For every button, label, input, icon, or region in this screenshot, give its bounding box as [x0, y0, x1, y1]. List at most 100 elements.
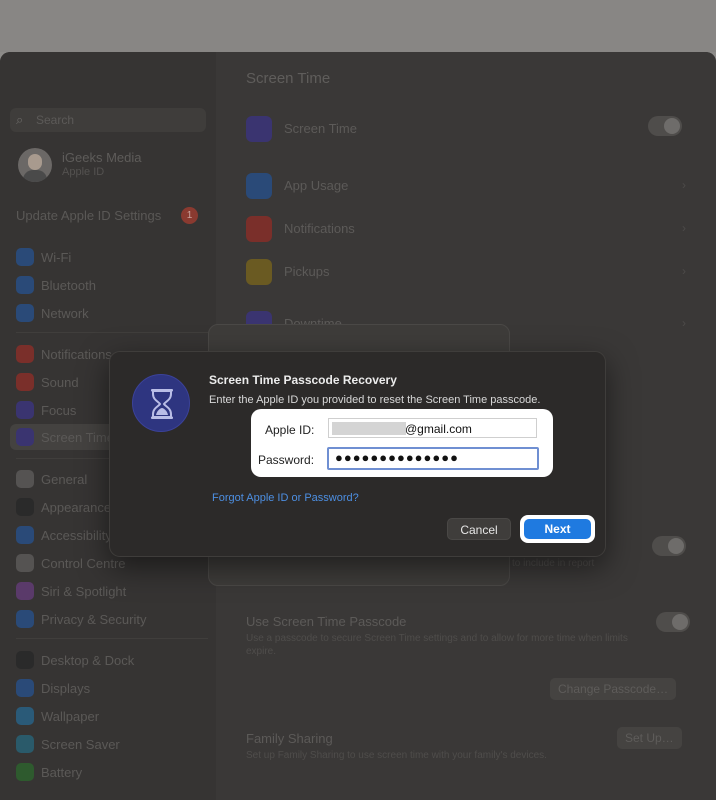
- avatar: [18, 148, 52, 182]
- cancel-button[interactable]: Cancel: [447, 518, 511, 540]
- sidebar-item-label: Siri & Spotlight: [41, 584, 127, 599]
- row-label: Pickups: [284, 264, 330, 279]
- apple-id-field[interactable]: @gmail.com: [328, 418, 537, 438]
- search-icon: ⌕: [16, 112, 24, 127]
- screen-time-icon: [246, 116, 272, 142]
- use-passcode-description: Use a passcode to secure Screen Time set…: [246, 633, 628, 657]
- pickups-icon: [246, 259, 272, 285]
- family-sharing-title: Family Sharing: [246, 731, 333, 746]
- hourglass-icon: [132, 374, 190, 432]
- desktop-dock-icon: [16, 651, 34, 669]
- sidebar-divider: [16, 332, 208, 333]
- passcode-recovery-dialog: Screen Time Passcode Recovery Enter the …: [109, 351, 606, 557]
- sidebar-item-wifi[interactable]: Wi-Fi: [16, 246, 212, 268]
- desktop-background: [0, 0, 716, 52]
- dialog-subtitle: Enter the Apple ID you provided to reset…: [209, 394, 541, 406]
- wallpaper-icon: [16, 707, 34, 725]
- sidebar-item-label: Focus: [41, 403, 77, 418]
- screen-saver-icon: [16, 735, 34, 753]
- sidebar-item-desktop-dock[interactable]: Desktop & Dock: [16, 649, 212, 671]
- row-label: Notifications: [284, 221, 355, 236]
- sidebar-item-bluetooth[interactable]: Bluetooth: [16, 274, 212, 296]
- accessibility-icon: [16, 526, 34, 544]
- forgot-apple-id-link[interactable]: Forgot Apple ID or Password?: [212, 492, 359, 504]
- change-passcode-button[interactable]: Change Passcode…: [550, 678, 677, 700]
- displays-icon: [16, 679, 34, 697]
- sidebar-item-battery[interactable]: Battery: [16, 761, 212, 783]
- appearance-icon: [16, 498, 34, 516]
- apple-id-account[interactable]: iGeeks Media Apple ID: [14, 144, 210, 188]
- sidebar-item-label: Displays: [41, 681, 91, 696]
- search-field[interactable]: ⌕ Search: [10, 108, 206, 132]
- credentials-panel: Apple ID: @gmail.com Password: ●●●●●●●●●…: [251, 409, 553, 477]
- sidebar-item-label: General: [41, 472, 88, 487]
- chevron-right-icon: ›: [682, 316, 686, 330]
- sound-icon: [16, 373, 34, 391]
- sidebar-item-network[interactable]: Network: [16, 302, 212, 324]
- sidebar-item-displays[interactable]: Displays: [16, 677, 212, 699]
- sidebar-item-label: Wallpaper: [41, 709, 100, 724]
- chevron-right-icon: ›: [682, 178, 686, 192]
- sidebar-item-label: Bluetooth: [41, 278, 96, 293]
- account-subtitle: Apple ID: [62, 166, 105, 178]
- sidebar-item-label: Network: [41, 306, 89, 321]
- sidebar-item-screen-saver[interactable]: Screen Saver: [16, 733, 212, 755]
- focus-icon: [16, 401, 34, 419]
- account-name: iGeeks Media: [62, 150, 142, 165]
- wifi-icon: [16, 248, 34, 266]
- sidebar-divider: [16, 638, 208, 639]
- screen-time-icon: [16, 428, 34, 446]
- share-across-devices-toggle[interactable]: [652, 536, 686, 556]
- sidebar-item-label: Control Centre: [41, 556, 126, 571]
- use-passcode-title: Use Screen Time Passcode: [246, 614, 407, 629]
- search-placeholder: Search: [36, 113, 75, 127]
- sidebar-item-siri-spotlight[interactable]: Siri & Spotlight: [16, 580, 212, 602]
- row-label: App Usage: [284, 178, 349, 193]
- apple-id-label: Apple ID:: [265, 423, 315, 437]
- privacy-icon: [16, 610, 34, 628]
- sidebar-item-label: Desktop & Dock: [41, 653, 135, 668]
- password-label: Password:: [258, 453, 315, 467]
- siri-icon: [16, 582, 34, 600]
- redacted-email: [332, 422, 406, 435]
- row-app-usage[interactable]: App Usage ›: [246, 171, 686, 201]
- network-icon: [16, 304, 34, 322]
- battery-icon: [16, 763, 34, 781]
- next-button-highlight: Next: [520, 515, 595, 543]
- chevron-right-icon: ›: [682, 221, 686, 235]
- sidebar-item-label: Screen Time: [41, 430, 114, 445]
- page-title: Screen Time: [246, 70, 331, 87]
- row-label: Screen Time: [284, 121, 357, 136]
- dialog-title: Screen Time Passcode Recovery: [209, 373, 397, 387]
- screen-time-master-row: Screen Time: [246, 114, 686, 144]
- email-domain: @gmail.com: [405, 422, 472, 436]
- password-mask: ●●●●●●●●●●●●●●: [335, 450, 459, 465]
- sidebar-item-label: Accessibility: [41, 528, 112, 543]
- general-icon: [16, 470, 34, 488]
- bluetooth-icon: [16, 276, 34, 294]
- screen-time-toggle[interactable]: [648, 116, 682, 136]
- sidebar-item-label: Sound: [41, 375, 79, 390]
- sidebar-item-label: Screen Saver: [41, 737, 120, 752]
- sidebar-item-wallpaper[interactable]: Wallpaper: [16, 705, 212, 727]
- set-up-button[interactable]: Set Up…: [617, 727, 682, 749]
- control-centre-icon: [16, 554, 34, 572]
- family-sharing-description: Set up Family Sharing to use screen time…: [246, 750, 547, 761]
- sidebar-item-privacy-security[interactable]: Privacy & Security: [16, 608, 212, 630]
- chevron-right-icon: ›: [682, 264, 686, 278]
- update-apple-id-settings[interactable]: Update Apple ID Settings: [16, 208, 161, 223]
- use-passcode-toggle[interactable]: [656, 612, 690, 632]
- update-badge: 1: [181, 207, 198, 224]
- row-pickups[interactable]: Pickups ›: [246, 257, 686, 287]
- row-notifications[interactable]: Notifications ›: [246, 214, 686, 244]
- notifications-icon: [246, 216, 272, 242]
- app-usage-icon: [246, 173, 272, 199]
- next-button[interactable]: Next: [524, 519, 591, 539]
- sidebar-item-label: Notifications: [41, 347, 112, 362]
- password-field[interactable]: ●●●●●●●●●●●●●●: [327, 447, 539, 470]
- sidebar-item-label: Privacy & Security: [41, 612, 147, 627]
- sidebar-item-label: Battery: [41, 765, 83, 780]
- sidebar-item-label: Wi-Fi: [41, 250, 72, 265]
- share-hint: to include in report: [512, 558, 595, 569]
- sidebar-item-label: Appearance: [41, 500, 112, 515]
